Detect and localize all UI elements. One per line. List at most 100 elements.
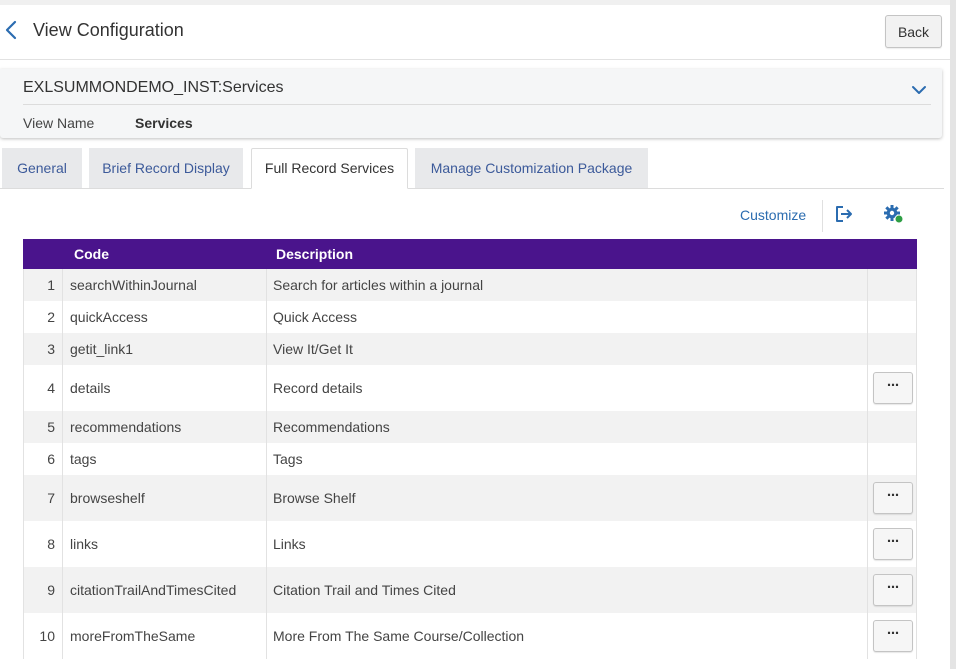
row-code: recommendations [70, 419, 182, 435]
row-description: Browse Shelf [273, 490, 356, 506]
row-description-cell: Links [267, 521, 868, 567]
row-actions-button[interactable]: ⋯ [873, 528, 913, 560]
row-description: Links [273, 536, 306, 552]
row-number-cell: 5 [24, 411, 63, 443]
row-number: 6 [47, 451, 55, 467]
row-code: citationTrailAndTimesCited [70, 582, 237, 598]
row-code: quickAccess [70, 309, 148, 325]
row-number: 1 [47, 277, 55, 293]
row-description: Search for articles within a journal [273, 277, 484, 293]
row-number-cell: 1 [24, 269, 63, 301]
row-description-cell: Browse Shelf [267, 475, 868, 521]
page-title: View Configuration [33, 20, 184, 40]
row-code-cell: recommendations [63, 411, 267, 443]
config-title: EXLSUMMONDEMO_INST:Services [23, 79, 284, 96]
row-number: 4 [47, 380, 55, 396]
row-code: tags [70, 451, 97, 467]
column-header-description[interactable]: Description [276, 246, 353, 262]
row-number-cell: 10 [24, 613, 63, 659]
row-description: Tags [273, 451, 303, 467]
row-number-cell: 4 [24, 365, 63, 411]
row-code-cell: searchWithinJournal [63, 269, 267, 301]
view-name-label: View Name [23, 115, 95, 131]
services-table: Code Description 1 searchWithinJournal Sea… [23, 239, 917, 659]
row-code: links [70, 536, 99, 552]
tab-manage-customization-package[interactable]: Manage Customization Package [415, 148, 648, 188]
row-code: details [70, 380, 111, 396]
gear-status-icon[interactable] [883, 205, 905, 225]
row-number: 7 [47, 490, 55, 506]
toolbar-separator [822, 200, 823, 232]
row-code-cell: getit_link1 [63, 333, 267, 365]
table-row[interactable]: 5 recommendations Recommendations [23, 411, 917, 443]
row-actions-button[interactable]: ⋯ [873, 372, 913, 404]
table-row[interactable]: 7 browseshelf Browse Shelf ⋯ [23, 475, 917, 521]
row-code: browseshelf [70, 490, 145, 506]
row-description: More From The Same Course/Collection [273, 628, 525, 644]
row-number: 5 [47, 419, 55, 435]
divider [23, 104, 931, 105]
view-name-value: Services [135, 115, 193, 131]
row-description-cell: Tags [267, 443, 868, 475]
back-button[interactable]: Back [885, 15, 942, 48]
row-description-cell: Search for articles within a journal [267, 269, 868, 301]
row-number-cell: 2 [24, 301, 63, 333]
row-number-cell: 7 [24, 475, 63, 521]
row-description: Quick Access [273, 309, 358, 325]
customize-link[interactable]: Customize [740, 207, 806, 223]
row-number-cell: 6 [24, 443, 63, 475]
row-code: getit_link1 [70, 341, 134, 357]
row-number: 8 [47, 536, 55, 552]
row-actions-button[interactable]: ⋯ [873, 482, 913, 514]
row-code-cell: links [63, 521, 267, 567]
table-row[interactable]: 6 tags Tags [23, 443, 917, 475]
tabs-divider [0, 188, 944, 189]
view-config-panel: EXLSUMMONDEMO_INST:Services View Name Se… [0, 69, 942, 138]
row-description: Recommendations [273, 419, 390, 435]
row-description: View It/Get It [273, 341, 353, 357]
table-row[interactable]: 1 searchWithinJournal Search for articles … [23, 269, 917, 301]
row-actions-button[interactable]: ⋯ [873, 574, 913, 606]
row-code: searchWithinJournal [70, 277, 197, 293]
row-description-cell: View It/Get It [267, 333, 868, 365]
table-row[interactable]: 10 moreFromTheSame More From The Same Cour… [23, 613, 917, 659]
row-number: 10 [39, 628, 55, 644]
row-code-cell: quickAccess [63, 301, 267, 333]
row-number-cell: 3 [24, 333, 63, 365]
table-row[interactable]: 4 details Record details ⋯ [23, 365, 917, 411]
row-code: moreFromTheSame [70, 628, 196, 644]
tab-bar: General Brief Record Display Full Record… [0, 148, 944, 189]
tab-general[interactable]: General [2, 148, 82, 188]
row-code-cell: tags [63, 443, 267, 475]
row-description-cell: Quick Access [267, 301, 868, 333]
row-description-cell: Record details [267, 365, 868, 411]
export-icon[interactable] [834, 205, 854, 223]
table-header: Code Description [23, 239, 917, 269]
row-number: 2 [47, 309, 55, 325]
row-description: Citation Trail and Times Cited [273, 582, 456, 598]
scrollbar-track[interactable] [950, 0, 956, 669]
row-number: 3 [47, 341, 55, 357]
table-row[interactable]: 3 getit_link1 View It/Get It [23, 333, 917, 365]
row-code-cell: moreFromTheSame [63, 613, 267, 659]
table-row[interactable]: 8 links Links ⋯ [23, 521, 917, 567]
table-row[interactable]: 2 quickAccess Quick Access [23, 301, 917, 333]
page-header: View Configuration Back [0, 5, 950, 60]
table-body: 1 searchWithinJournal Search for articles … [23, 269, 917, 659]
chevron-left-icon[interactable] [4, 19, 18, 41]
row-actions-button[interactable]: ⋯ [873, 620, 913, 652]
tab-full-record-services[interactable]: Full Record Services [251, 148, 408, 189]
row-description-cell: Citation Trail and Times Cited [267, 567, 868, 613]
column-header-code[interactable]: Code [74, 246, 109, 262]
row-description: Record details [273, 380, 363, 396]
tab-brief-record-display[interactable]: Brief Record Display [89, 148, 243, 188]
row-description-cell: More From The Same Course/Collection [267, 613, 868, 659]
row-number-cell: 9 [24, 567, 63, 613]
row-code-cell: citationTrailAndTimesCited [63, 567, 267, 613]
row-number: 9 [47, 582, 55, 598]
table-row[interactable]: 9 citationTrailAndTimesCited Citation Trai… [23, 567, 917, 613]
chevron-down-icon[interactable] [911, 84, 927, 96]
row-code-cell: browseshelf [63, 475, 267, 521]
row-number-cell: 8 [24, 521, 63, 567]
row-code-cell: details [63, 365, 267, 411]
